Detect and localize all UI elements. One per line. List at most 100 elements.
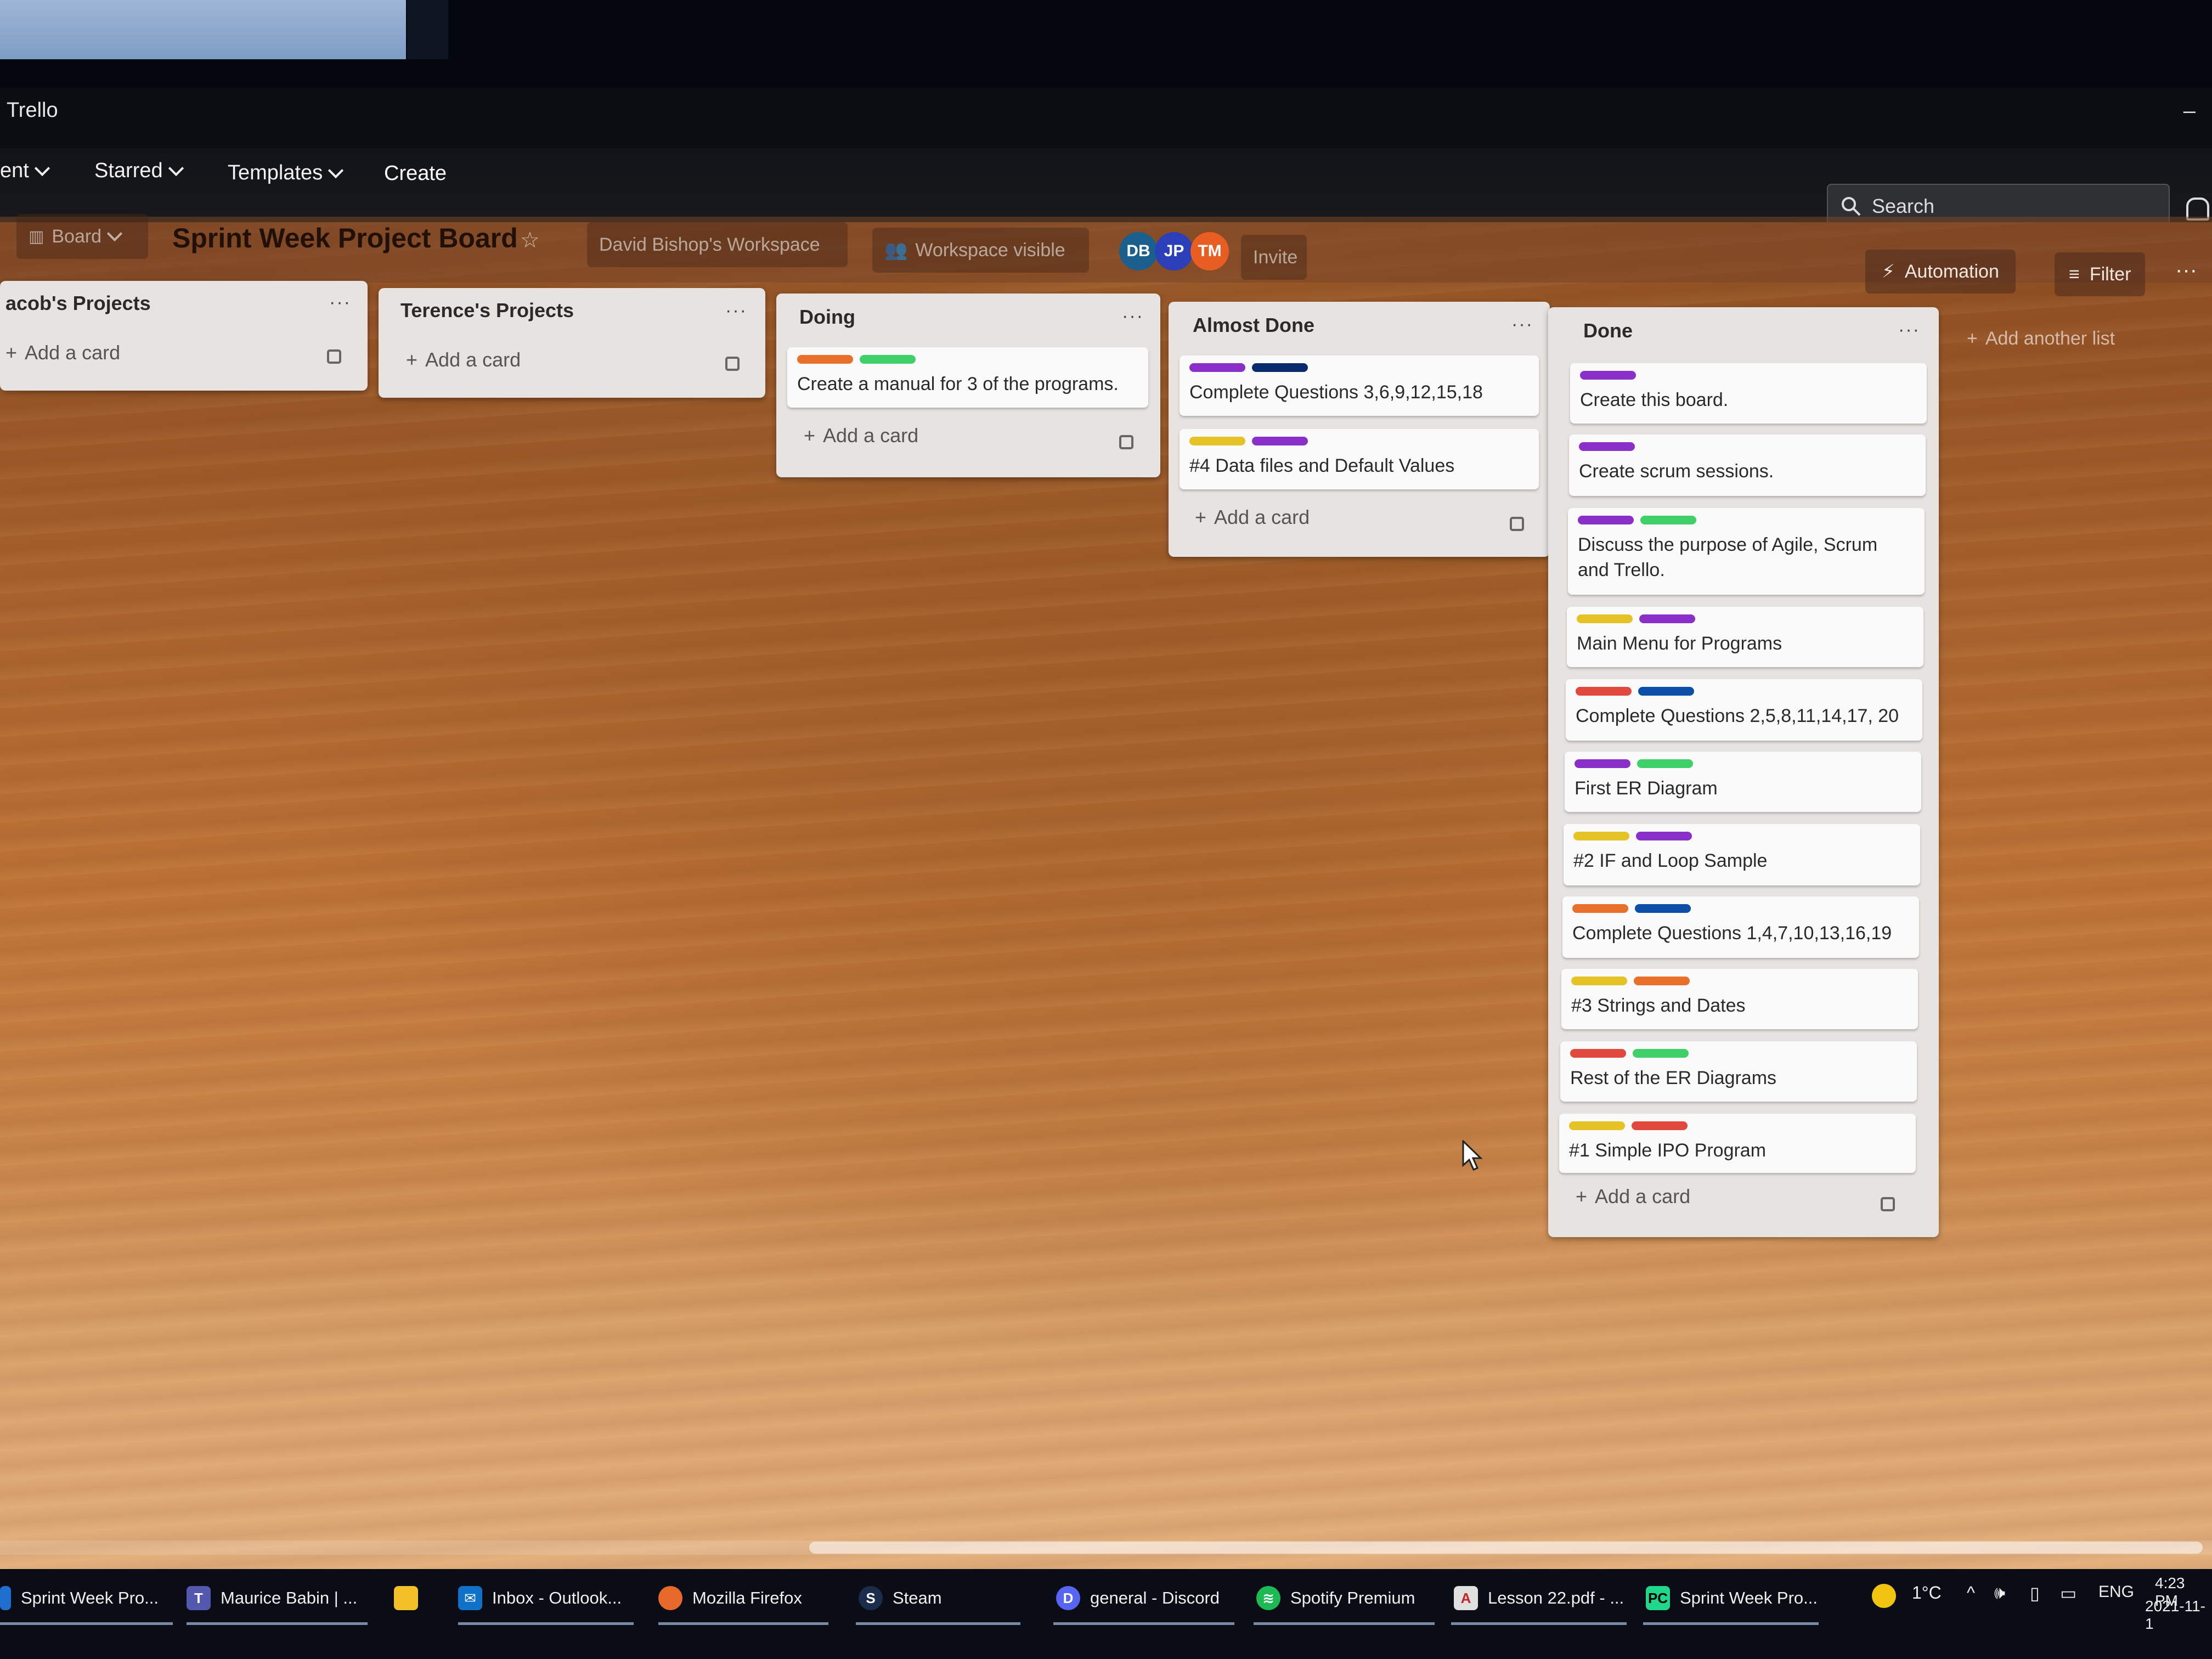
list-menu-icon[interactable]: ···: [1898, 319, 1920, 341]
card-template-icon[interactable]: [1881, 1197, 1895, 1211]
background-window: [0, 0, 406, 59]
board-view-switcher[interactable]: ▥ Board: [16, 214, 148, 259]
label-navy: [1252, 363, 1308, 372]
minimize-icon[interactable]: –: [2183, 99, 2196, 123]
add-list-button[interactable]: + Add another list: [1967, 328, 2115, 349]
automation-button[interactable]: ⚡ Automation: [1865, 250, 2016, 294]
list-almost-done: Almost Done ··· Complete Questions 3,6,9…: [1169, 302, 1550, 557]
list-menu-icon[interactable]: ···: [1511, 314, 1533, 335]
more-menu-icon[interactable]: ···: [2175, 258, 2197, 283]
taskbar-app-pycharm[interactable]: PC Sprint Week Pro...: [1646, 1572, 1818, 1624]
add-card-button[interactable]: + Add a card: [1195, 506, 1310, 529]
taskbar-app-firefox[interactable]: Mozilla Firefox: [658, 1572, 802, 1624]
taskbar-app-outlook[interactable]: ✉ Inbox - Outlook...: [458, 1572, 622, 1624]
board-title[interactable]: Sprint Week Project Board: [172, 222, 518, 254]
card[interactable]: #1 Simple IPO Program: [1559, 1114, 1916, 1173]
taskbar-app-spotify[interactable]: ≋ Spotify Premium: [1256, 1572, 1415, 1624]
clock-date[interactable]: 2021-11-1: [2145, 1598, 2212, 1633]
card[interactable]: #2 IF and Loop Sample: [1564, 824, 1920, 885]
card[interactable]: Create this board.: [1570, 363, 1927, 424]
nav-starred-menu[interactable]: Starred: [94, 159, 184, 183]
list-menu-icon[interactable]: ···: [1122, 306, 1144, 327]
firefox-icon: [658, 1586, 682, 1610]
add-card-button[interactable]: + Add a card: [406, 348, 521, 371]
taskbar-app-pdf[interactable]: A Lesson 22.pdf - ...: [1454, 1572, 1624, 1624]
search-icon: [1842, 197, 1861, 216]
taskbar-app-discord[interactable]: D general - Discord: [1056, 1572, 1220, 1624]
add-card-label: Add a card: [1595, 1185, 1691, 1207]
label-yellow: [1573, 832, 1629, 840]
volume-icon[interactable]: 🕪: [1994, 1583, 2005, 1604]
taskbar-app-steam[interactable]: S Steam: [859, 1572, 942, 1624]
chevron-down-icon: [168, 160, 184, 176]
board-view-icon: ▥: [29, 227, 44, 246]
mouse-cursor-icon: [1462, 1140, 1483, 1171]
list-menu-icon[interactable]: ···: [725, 300, 747, 321]
taskbar-app-file-explorer[interactable]: [394, 1572, 418, 1624]
label-yellow: [1189, 437, 1245, 445]
weather-icon[interactable]: [1872, 1584, 1896, 1608]
board-view-label: Board: [52, 225, 102, 247]
chevron-up-icon[interactable]: ^: [1967, 1583, 1975, 1603]
add-list-label: Add another list: [1985, 328, 2115, 349]
taskbar-app-sprint-edge[interactable]: Sprint Week Pro...: [0, 1572, 159, 1624]
card[interactable]: First ER Diagram: [1565, 752, 1921, 812]
card[interactable]: #3 Strings and Dates: [1561, 969, 1918, 1029]
workspace-button[interactable]: David Bishop's Workspace: [587, 222, 848, 267]
label-yellow: [1577, 614, 1633, 623]
card-labels: [1570, 1049, 1689, 1058]
list-title[interactable]: Doing: [799, 306, 855, 329]
board-scrollbar-thumb[interactable]: [809, 1542, 2203, 1554]
add-card-button[interactable]: + Add a card: [1576, 1185, 1690, 1208]
card-labels: [1580, 371, 1636, 380]
add-card-button[interactable]: + Add a card: [804, 424, 918, 447]
label-purple: [1189, 363, 1245, 372]
language-indicator[interactable]: ENG: [2098, 1583, 2134, 1601]
avatar[interactable]: DB: [1119, 232, 1158, 270]
create-button[interactable]: Create: [384, 162, 447, 185]
card[interactable]: #4 Data files and Default Values: [1180, 429, 1539, 489]
network-icon[interactable]: ▭: [2060, 1583, 2076, 1604]
star-icon[interactable]: ☆: [520, 228, 540, 253]
taskbar-app-label: Steam: [893, 1588, 942, 1607]
visibility-button[interactable]: 👥 Workspace visible: [872, 228, 1089, 273]
card-template-icon[interactable]: [725, 357, 740, 371]
invite-button[interactable]: Invite: [1241, 235, 1307, 280]
avatar[interactable]: JP: [1155, 232, 1193, 270]
list-title[interactable]: Almost Done: [1193, 314, 1314, 337]
active-indicator: [1053, 1622, 1234, 1625]
battery-icon[interactable]: ▯: [2030, 1583, 2040, 1604]
card[interactable]: Create scrum sessions.: [1569, 435, 1926, 496]
filter-icon: ≡: [2069, 263, 2080, 285]
plus-icon: +: [5, 341, 18, 364]
card[interactable]: Create a manual for 3 of the programs.: [787, 347, 1148, 408]
nav-recent-menu[interactable]: ent: [0, 159, 50, 183]
nav-templates-menu[interactable]: Templates: [228, 161, 344, 185]
avatar[interactable]: TM: [1190, 232, 1229, 270]
card[interactable]: Rest of the ER Diagrams: [1560, 1041, 1917, 1102]
card-title: Rest of the ER Diagrams: [1570, 1068, 1777, 1088]
nav-starred-label: Starred: [94, 159, 163, 182]
card[interactable]: Discuss the purpose of Agile, Scrum and …: [1568, 508, 1925, 595]
weather-temperature[interactable]: 1°C: [1912, 1583, 1942, 1603]
add-card-button[interactable]: + Add a card: [5, 341, 120, 364]
list-title[interactable]: acob's Projects: [5, 292, 151, 315]
card-template-icon[interactable]: [1119, 435, 1133, 449]
card[interactable]: Main Menu for Programs: [1567, 607, 1923, 667]
card[interactable]: Complete Questions 3,6,9,12,15,18: [1180, 356, 1539, 416]
card[interactable]: Complete Questions 2,5,8,11,14,17, 20: [1566, 679, 1922, 741]
card-template-icon[interactable]: [1510, 517, 1524, 531]
taskbar-app-teams[interactable]: T Maurice Babin | ...: [187, 1572, 357, 1624]
card-title: #1 Simple IPO Program: [1569, 1140, 1767, 1161]
list-title[interactable]: Done: [1583, 319, 1633, 342]
list-title[interactable]: Terence's Projects: [400, 299, 574, 322]
label-green: [860, 355, 916, 364]
card[interactable]: Complete Questions 1,4,7,10,13,16,19: [1562, 896, 1919, 958]
label-purple: [1579, 442, 1635, 451]
card-template-icon[interactable]: [327, 349, 341, 364]
filter-button[interactable]: ≡ Filter: [2055, 252, 2146, 296]
card-labels: [1577, 614, 1695, 623]
workspace-label: David Bishop's Workspace: [599, 234, 820, 255]
list-menu-icon[interactable]: ···: [329, 292, 351, 313]
plus-icon: +: [804, 424, 816, 447]
